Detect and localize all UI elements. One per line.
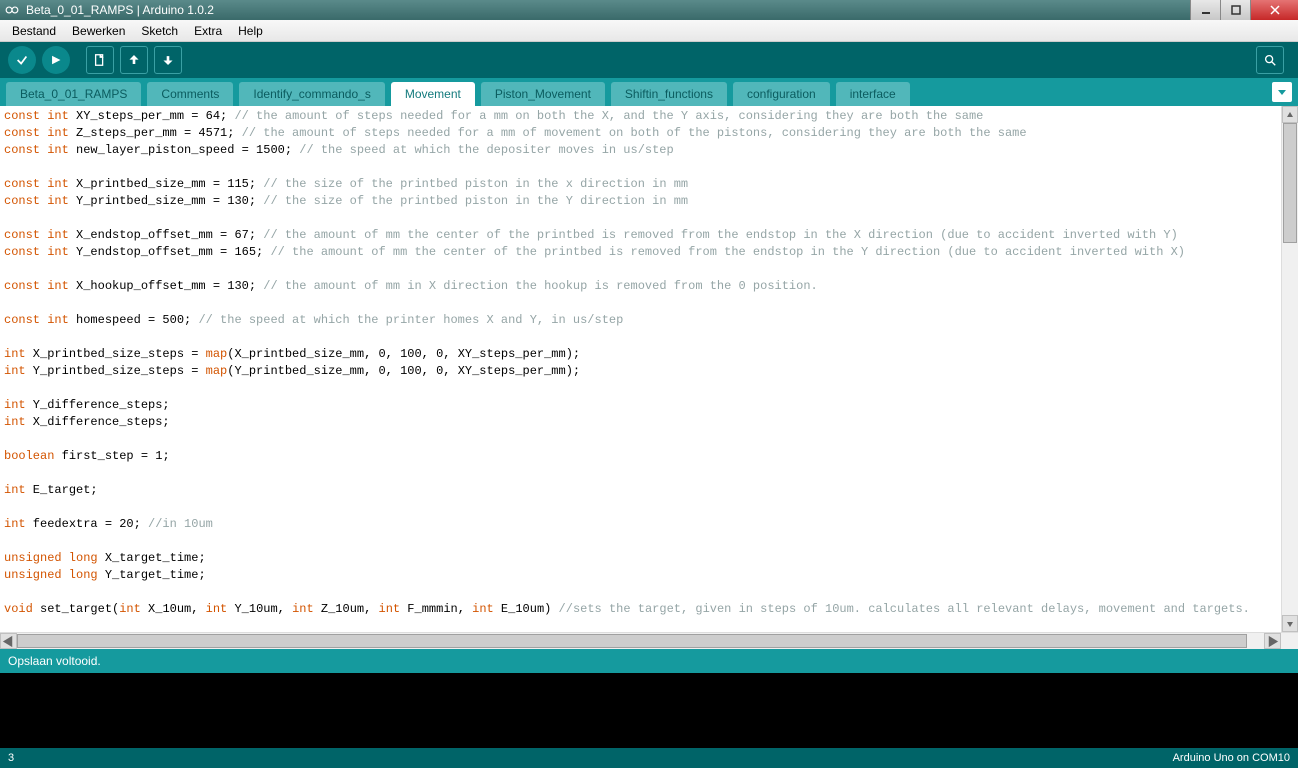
open-sketch-button[interactable] (120, 46, 148, 74)
scroll-up-button[interactable] (1282, 106, 1298, 123)
tab-shiftin-functions[interactable]: Shiftin_functions (611, 82, 727, 106)
scroll-corner (1281, 633, 1298, 649)
tab-configuration[interactable]: configuration (733, 82, 830, 106)
vertical-scrollbar[interactable] (1281, 106, 1298, 632)
save-sketch-button[interactable] (154, 46, 182, 74)
tab-bar: Beta_0_01_RAMPS Comments Identify_comman… (0, 78, 1298, 106)
window-title: Beta_0_01_RAMPS | Arduino 1.0.2 (24, 3, 1190, 17)
menu-bewerken[interactable]: Bewerken (64, 22, 133, 40)
board-port-label: Arduino Uno on COM10 (1173, 752, 1290, 764)
window-titlebar: Beta_0_01_RAMPS | Arduino 1.0.2 (0, 0, 1298, 20)
menu-extra[interactable]: Extra (186, 22, 230, 40)
horizontal-scrollbar[interactable] (0, 632, 1298, 649)
menu-bestand[interactable]: Bestand (4, 22, 64, 40)
toolbar (0, 42, 1298, 78)
code-editor[interactable]: const int XY_steps_per_mm = 64; // the a… (0, 106, 1298, 632)
scroll-right-button[interactable] (1264, 633, 1281, 649)
window-controls (1190, 0, 1298, 20)
scroll-left-button[interactable] (0, 633, 17, 649)
scroll-thumb-h[interactable] (17, 634, 1247, 648)
tab-beta-ramps[interactable]: Beta_0_01_RAMPS (6, 82, 141, 106)
tab-comments[interactable]: Comments (147, 82, 233, 106)
verify-button[interactable] (8, 46, 36, 74)
status-text: Opslaan voltooid. (8, 654, 101, 668)
tab-menu-button[interactable] (1272, 82, 1292, 102)
close-button[interactable] (1250, 0, 1298, 20)
console-output[interactable] (0, 673, 1298, 748)
tab-piston-movement[interactable]: Piston_Movement (481, 82, 605, 106)
minimize-button[interactable] (1190, 0, 1220, 20)
scroll-down-button[interactable] (1282, 615, 1298, 632)
menu-help[interactable]: Help (230, 22, 271, 40)
arduino-app-icon (4, 2, 20, 18)
menubar: Bestand Bewerken Sketch Extra Help (0, 20, 1298, 42)
tab-identify-commando[interactable]: Identify_commando_s (239, 82, 384, 106)
menu-sketch[interactable]: Sketch (133, 22, 186, 40)
tab-movement[interactable]: Movement (391, 82, 475, 106)
upload-button[interactable] (42, 46, 70, 74)
tab-interface[interactable]: interface (836, 82, 910, 106)
status-bar: Opslaan voltooid. (0, 649, 1298, 673)
line-number: 3 (8, 752, 1173, 764)
editor-area: const int XY_steps_per_mm = 64; // the a… (0, 106, 1298, 649)
scroll-thumb-v[interactable] (1283, 123, 1297, 243)
serial-monitor-button[interactable] (1256, 46, 1284, 74)
maximize-button[interactable] (1220, 0, 1250, 20)
footer-bar: 3 Arduino Uno on COM10 (0, 748, 1298, 768)
new-sketch-button[interactable] (86, 46, 114, 74)
